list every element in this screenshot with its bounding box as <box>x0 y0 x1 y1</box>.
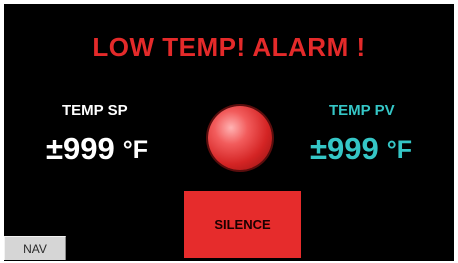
nav-button[interactable]: NAV <box>4 236 66 260</box>
alarm-indicator-light-icon <box>208 106 272 170</box>
temp-pv-unit: °F <box>386 136 413 164</box>
temp-pv-value: ±999 <box>310 131 379 166</box>
hmi-screen: LOW TEMP! ALARM ! TEMP SP ±999 °F TEMP PV… <box>4 4 454 261</box>
temp-pv-label: TEMP PV <box>329 102 395 119</box>
temp-sp-label: TEMP SP <box>62 102 128 119</box>
temp-pv-display: ±999 °F <box>310 131 412 167</box>
temp-sp-unit: °F <box>122 136 149 164</box>
temp-sp-display: ±999 °F <box>46 131 148 167</box>
silence-button[interactable]: SILENCE <box>184 191 301 258</box>
temp-sp-value: ±999 <box>46 131 115 166</box>
alarm-title: LOW TEMP! ALARM ! <box>92 32 366 62</box>
